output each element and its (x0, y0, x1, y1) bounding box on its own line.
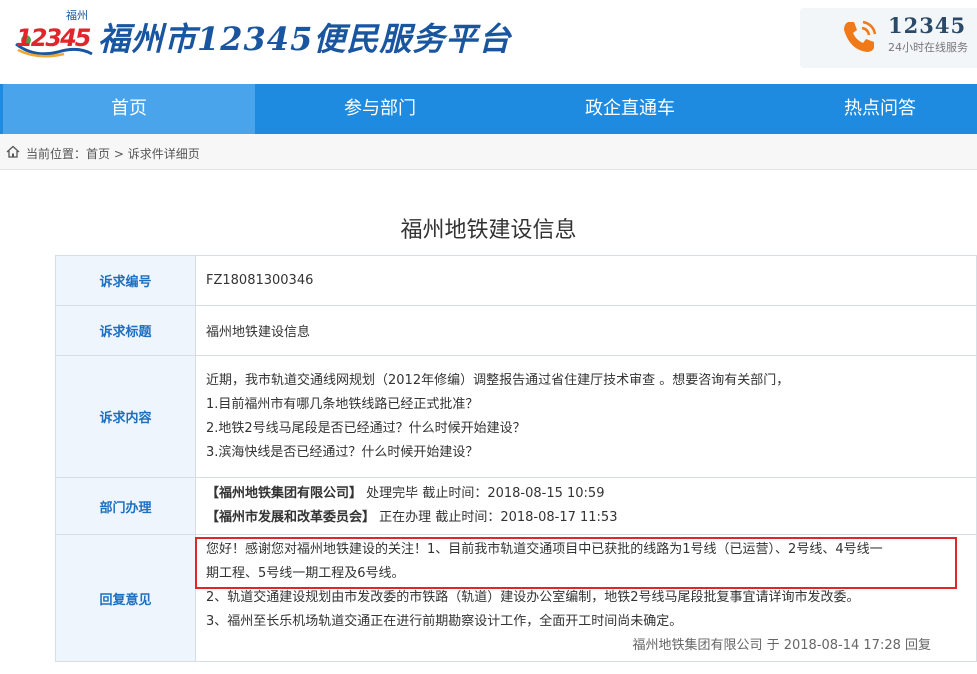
request-content-label: 诉求内容 (55, 355, 196, 478)
department-status: 正在办理 (379, 510, 432, 525)
reply-label: 回复意见 (55, 534, 196, 662)
nav-item-departments[interactable]: 参与部门 (255, 84, 505, 134)
phone-icon (844, 20, 877, 52)
department-deadline-label: 截止时间： (435, 510, 501, 525)
content-line: 近期，我市轨道交通线网规划（2012年修编）调整报告通过省住建厅技术审查 。想要… (206, 372, 790, 388)
table-row: 部门办理 【福州地铁集团有限公司】 处理完毕 截止时间：2018-08-15 1… (55, 477, 977, 535)
department-value: 【福州地铁集团有限公司】 处理完毕 截止时间：2018-08-15 10:59 … (195, 477, 977, 535)
reply-line: 2、轨道交通建设规划由市发改委的市铁路（轨道）建设办公室编制，地铁2号线马尾段批… (206, 590, 860, 605)
content-line: 1.目前福州市有哪几条地铁线路已经正式批准？ (206, 396, 479, 412)
department-deadline: 2018-08-15 10:59 (487, 486, 605, 501)
request-subject-value: 福州地铁建设信息 (195, 305, 977, 356)
department-status: 处理完毕 (366, 486, 419, 501)
breadcrumb-prefix: 当前位置： (26, 147, 87, 161)
breadcrumb-text: 当前位置：首页 > 诉求件详细页 (26, 145, 200, 162)
content-line: 2.地铁2号线马尾段是否已经通过？什么时候开始建设？ (206, 420, 526, 436)
department-deadline: 2018-08-17 11:53 (500, 510, 618, 525)
nav-item-enterprise[interactable]: 政企直通车 (505, 84, 755, 134)
table-row: 诉求编号 FZ18081300346 (55, 255, 977, 306)
request-id-label: 诉求编号 (55, 255, 196, 306)
department-label: 部门办理 (55, 477, 196, 535)
site-logo[interactable]: 福州 12345 (8, 4, 93, 60)
breadcrumb-home-link[interactable]: 首页 (86, 147, 110, 161)
breadcrumb-current: 诉求件详细页 (127, 147, 200, 161)
site-header: 福州 12345 福州市12345便民服务平台 12345 24小时在线服务 (0, 0, 977, 84)
home-icon (6, 145, 20, 158)
department-deadline-label: 截止时间： (422, 486, 488, 501)
request-detail-table: 诉求编号 FZ18081300346 诉求标题 福州地铁建设信息 诉求内容 近期… (55, 255, 977, 662)
department-entry: 【福州地铁集团有限公司】 处理完毕 截止时间：2018-08-15 10:59 (206, 482, 966, 506)
hotline-number: 12345 (888, 13, 967, 38)
reply-line: 您好！感谢您对福州地铁建设的关注！1、目前我市轨道交通项目中已获批的线路为1号线… (206, 542, 883, 557)
reply-line: 3、福州至长乐机场轨道交通正在进行前期勘察设计工作，全面开工时间尚未确定。 (206, 614, 683, 629)
table-row: 诉求内容 近期，我市轨道交通线网规划（2012年修编）调整报告通过省住建厅技术审… (55, 355, 977, 478)
breadcrumb: 当前位置：首页 > 诉求件详细页 (0, 134, 977, 170)
logo-city-text: 福州 (66, 9, 88, 22)
department-name: 【福州市发展和改革委员会】 (206, 510, 376, 525)
table-row: 回复意见 您好！感谢您对福州地铁建设的关注！1、目前我市轨道交通项目中已获批的线… (55, 534, 977, 662)
page-title: 福州地铁建设信息 (400, 218, 577, 243)
nav-item-faq[interactable]: 热点问答 (755, 84, 977, 134)
content-line: 3.滨海快线是否已经通过？什么时候开始建设？ (206, 444, 479, 460)
department-name: 【福州地铁集团有限公司】 (206, 486, 363, 501)
request-content-value: 近期，我市轨道交通线网规划（2012年修编）调整报告通过省住建厅技术审查 。想要… (195, 355, 977, 478)
main-nav: 首页 参与部门 政企直通车 热点问答 (0, 84, 977, 134)
reply-line: 期工程、5号线一期工程及6号线。 (206, 566, 405, 581)
site-title: 福州市12345便民服务平台 (98, 20, 512, 58)
request-subject-label: 诉求标题 (55, 305, 196, 356)
hotline-panel: 12345 24小时在线服务 (800, 8, 977, 68)
request-id-value: FZ18081300346 (195, 255, 977, 306)
hotline-subtitle: 24小时在线服务 (888, 41, 968, 54)
reply-value: 您好！感谢您对福州地铁建设的关注！1、目前我市轨道交通项目中已获批的线路为1号线… (195, 534, 977, 662)
nav-item-home[interactable]: 首页 (3, 84, 255, 134)
logo-number-text: 12345 (16, 24, 91, 52)
reply-signature: 福州地铁集团有限公司 于 2018-08-14 17:28 回复 (632, 638, 931, 653)
department-entry: 【福州市发展和改革委员会】 正在办理 截止时间：2018-08-17 11:53 (206, 506, 966, 530)
breadcrumb-separator: > (113, 147, 124, 161)
table-row: 诉求标题 福州地铁建设信息 (55, 305, 977, 356)
